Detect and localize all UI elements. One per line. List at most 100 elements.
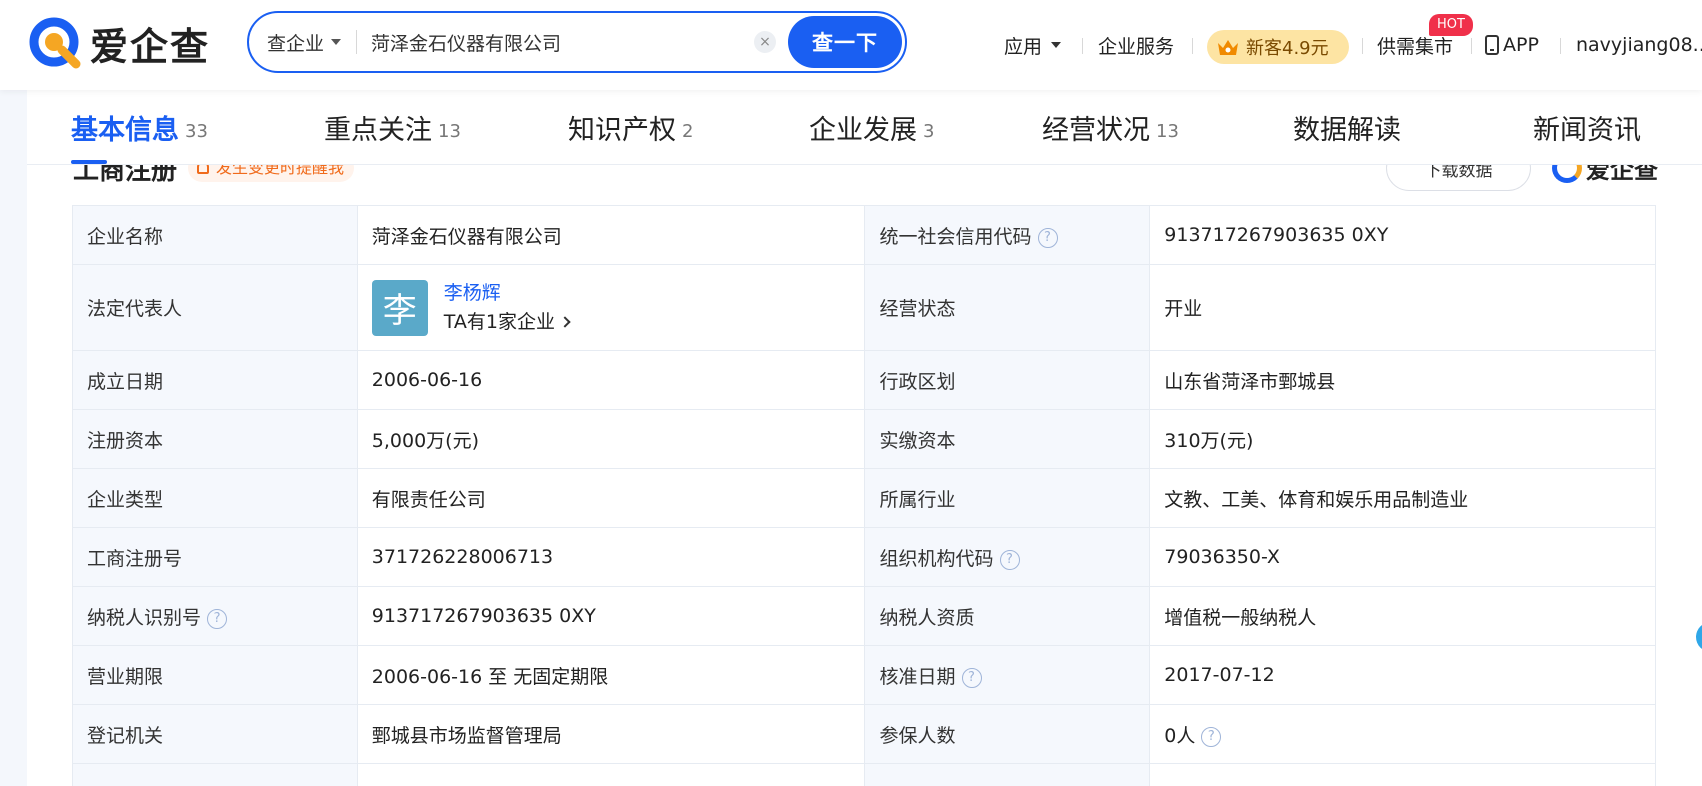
- table-row: [72, 763, 1656, 786]
- logo-text: 爱企查: [90, 24, 211, 69]
- help-icon[interactable]: ?: [207, 608, 228, 629]
- legal-rep-name-link[interactable]: 李杨辉: [444, 279, 569, 307]
- status-value: 开业: [1149, 264, 1656, 351]
- legal-rep-companies-link[interactable]: TA有1家企业: [444, 307, 571, 337]
- field-value: 文教、工美、体育和娱乐用品制造业: [1149, 468, 1656, 528]
- legal-rep: 李 李杨辉 TA有1家企业: [371, 279, 851, 337]
- tab-count: 3: [923, 121, 935, 142]
- field-value: 310万(元): [1149, 409, 1656, 469]
- field-value: 2017-07-12: [1149, 645, 1656, 705]
- field-label-text: 组织机构代码: [879, 547, 994, 570]
- help-icon[interactable]: ?: [999, 549, 1020, 570]
- legal-rep-cell: 李 李杨辉 TA有1家企业: [356, 264, 866, 351]
- tab-data-insights[interactable]: 数据解读: [1293, 90, 1401, 165]
- chevron-right-icon: [559, 315, 571, 328]
- help-icon[interactable]: ?: [1201, 726, 1222, 747]
- tab-basic-info[interactable]: 基本信息 33: [71, 90, 208, 165]
- field-value: 山东省菏泽市鄄城县: [1149, 350, 1656, 410]
- chevron-down-icon: [331, 39, 342, 45]
- field-value: 2006-06-16: [356, 350, 866, 410]
- hot-badge: HOT: [1429, 14, 1473, 36]
- field-value: 371726228006713: [356, 527, 866, 587]
- table-row: 登记机关 鄄城县市场监督管理局 参保人数 0人?: [72, 704, 1656, 764]
- field-label: 登记机关: [72, 704, 358, 764]
- credit-code-value: 913717267903635 0XY: [1149, 205, 1656, 265]
- tab-count: 33: [185, 121, 208, 142]
- apps-label: 应用: [1004, 35, 1043, 58]
- avatar[interactable]: 李: [371, 279, 428, 336]
- field-label-text: 核准日期: [879, 665, 956, 688]
- crown-icon: [1218, 40, 1238, 55]
- field-label-text: 纳税人识别号: [87, 606, 202, 629]
- vip-promo-button[interactable]: 新客4.9元: [1207, 30, 1349, 64]
- search-button[interactable]: 查一下: [788, 16, 902, 68]
- field-label: [72, 763, 358, 786]
- field-label: 参保人数: [864, 704, 1151, 764]
- field-value: 913717267903635 0XY: [356, 586, 866, 646]
- field-label: 企业名称: [72, 205, 358, 265]
- enterprise-service-link[interactable]: 企业服务: [1098, 0, 1174, 90]
- nav-divider: [1082, 38, 1083, 54]
- tab-count: 13: [438, 121, 461, 142]
- nav-divider: [1192, 38, 1193, 54]
- table-row: 企业类型 有限责任公司 所属行业 文教、工美、体育和娱乐用品制造业: [72, 468, 1656, 528]
- help-icon[interactable]: ?: [961, 667, 982, 688]
- field-label: 实缴资本: [864, 409, 1151, 469]
- field-value: [1149, 763, 1656, 786]
- field-value: 79036350-X: [1149, 527, 1656, 587]
- field-label: 纳税人识别号?: [72, 586, 358, 646]
- registration-table: 企业名称 菏泽金石仪器有限公司 统一社会信用代码? 91371726790363…: [72, 205, 1656, 786]
- chevron-down-icon: [1051, 42, 1062, 48]
- table-row: 成立日期 2006-06-16 行政区划 山东省菏泽市鄄城县: [72, 350, 1656, 410]
- tab-operations[interactable]: 经营状况 13: [1042, 90, 1179, 165]
- table-row: 注册资本 5,000万(元) 实缴资本 310万(元): [72, 409, 1656, 469]
- field-label: 工商注册号: [72, 527, 358, 587]
- field-label: 企业类型: [72, 468, 358, 528]
- tab-label: 重点关注: [324, 115, 432, 146]
- field-label: 经营状态: [864, 264, 1151, 351]
- field-label: 营业期限: [72, 645, 358, 705]
- tab-news[interactable]: 新闻资讯: [1533, 90, 1641, 165]
- tab-label: 企业发展: [809, 115, 917, 146]
- tab-count: 13: [1156, 121, 1179, 142]
- top-header: 爱企查 查企业 × 查一下 应用 企业服务 新客4.9元 供需集市 HOT: [0, 0, 1702, 90]
- tab-development[interactable]: 企业发展 3: [809, 90, 934, 165]
- nav-divider: [1471, 38, 1472, 54]
- field-label: 纳税人资质: [864, 586, 1151, 646]
- field-value: 有限责任公司: [356, 468, 866, 528]
- field-label: [864, 763, 1151, 786]
- user-menu[interactable]: navyjiang08...: [1576, 0, 1702, 90]
- field-value: [356, 763, 866, 786]
- tab-label: 数据解读: [1293, 115, 1401, 146]
- company-name-value: 菏泽金石仪器有限公司: [356, 205, 866, 265]
- field-value: 5,000万(元): [356, 409, 866, 469]
- field-label: 组织机构代码?: [864, 527, 1151, 587]
- phone-icon: [1485, 35, 1499, 55]
- logo[interactable]: 爱企查: [26, 13, 210, 73]
- app-label: APP: [1503, 34, 1539, 56]
- left-gutter: [0, 90, 27, 786]
- search-divider: [356, 30, 357, 54]
- search-type-select[interactable]: 查企业: [267, 13, 342, 71]
- clear-icon[interactable]: ×: [754, 31, 776, 53]
- search-input[interactable]: [371, 13, 731, 71]
- tab-count: 2: [682, 121, 694, 142]
- field-value: 2006-06-16 至 无固定期限: [356, 645, 866, 705]
- vip-label: 新客4.9元: [1246, 38, 1329, 59]
- field-label: 成立日期: [72, 350, 358, 410]
- nav-divider: [1362, 38, 1363, 54]
- search-type-label: 查企业: [267, 32, 325, 55]
- field-label: 注册资本: [72, 409, 358, 469]
- tab-intellectual-property[interactable]: 知识产权 2: [568, 90, 693, 165]
- tab-label: 新闻资讯: [1533, 115, 1641, 146]
- field-label: 统一社会信用代码?: [864, 205, 1151, 265]
- app-download-link[interactable]: APP: [1485, 0, 1539, 90]
- field-label-text: 统一社会信用代码: [879, 225, 1032, 248]
- tab-label: 知识产权: [568, 115, 676, 146]
- field-label: 所属行业: [864, 468, 1151, 528]
- field-value: 鄄城县市场监督管理局: [356, 704, 866, 764]
- help-icon[interactable]: ?: [1037, 227, 1058, 248]
- tab-key-focus[interactable]: 重点关注 13: [324, 90, 461, 165]
- logo-mark-icon: [29, 17, 81, 69]
- apps-menu[interactable]: 应用: [1004, 0, 1062, 90]
